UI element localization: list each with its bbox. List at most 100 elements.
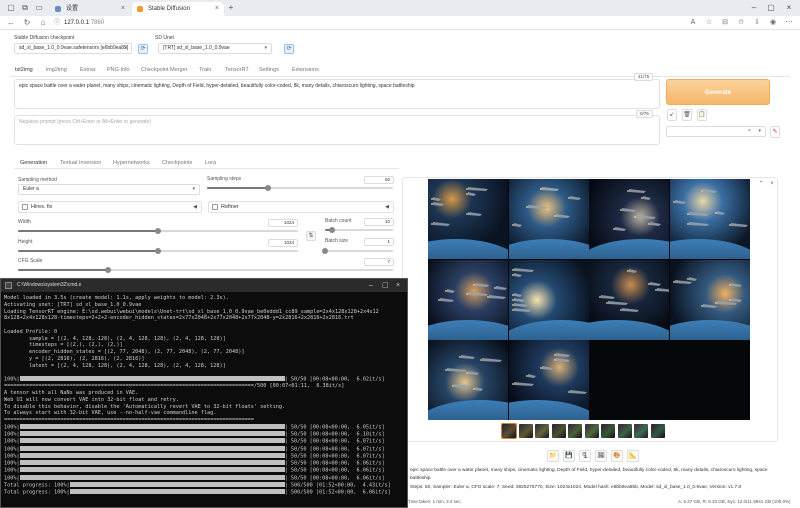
close-icon[interactable]: × [396,279,400,292]
favorite-star-icon[interactable]: ☆ [704,18,714,28]
folder-icon[interactable]: 📁 [547,450,559,462]
tab-tensorrt[interactable]: TensorRT [225,67,249,73]
save-icon[interactable]: 💾 [563,450,575,462]
batch-count-input[interactable]: 10 [364,218,394,226]
gallery-thumbnail[interactable] [584,424,599,438]
unet-select[interactable]: [TRT] sd_xl_base_1.0_0.9vae ▾ [158,43,272,54]
new-tab-button[interactable]: + [226,3,236,13]
gallery-thumbnail[interactable] [535,424,549,438]
edit-styles-icon[interactable]: ✎ [770,126,780,138]
close-preview-icon[interactable]: × [767,179,777,189]
slider-handle[interactable] [265,185,272,191]
slider-handle[interactable] [155,228,161,234]
profile-icon[interactable]: ◉ [768,18,778,28]
split-screen-icon[interactable]: ⊟ [720,18,730,28]
gallery-image[interactable] [589,179,669,259]
tab-textual-inversion[interactable]: Textual Inversion [60,160,101,166]
downloads-icon[interactable]: ⇩ [752,18,762,28]
gallery-thumbnail[interactable] [650,424,665,438]
gallery-thumbnail[interactable] [634,424,648,438]
gallery-thumbnail[interactable] [551,424,566,438]
zip-icon[interactable]: 🗜 [579,450,591,462]
info-icon[interactable]: ⓘ [52,18,62,28]
gallery-thumbnail[interactable] [501,423,517,439]
batch-size-slider[interactable] [322,248,393,254]
send-to-img2img-icon[interactable]: 🖼 [595,450,607,462]
tab-settings[interactable]: Settings [259,67,279,73]
slider-handle[interactable] [105,267,111,273]
negative-prompt-textarea[interactable]: Negative prompt (press Ctrl+Enter or Alt… [14,115,660,145]
tab-actions-icon[interactable]: ▭ [34,3,44,13]
tab-checkpoint-merger[interactable]: Checkpoint Merger [141,67,187,73]
sampling-steps-slider[interactable] [207,185,393,191]
close-window-icon[interactable]: × [783,2,795,14]
browser-menu-icon[interactable]: ▢ [6,3,16,13]
minimize-icon[interactable]: – [369,279,373,292]
cfg-input[interactable]: 7 [364,258,394,266]
gallery-image[interactable] [589,259,669,340]
back-icon[interactable]: ← [6,18,16,28]
console-titlebar[interactable]: C:\Windows\system32\cmd.e – ▢ × [1,279,407,292]
hires-fix-accordion[interactable]: Hires. fix ◀ [18,201,202,213]
download-icon[interactable]: ⌃ [756,179,766,189]
generate-button[interactable]: Generate [666,79,770,105]
more-menu-icon[interactable]: ⋯ [784,18,794,28]
read-aloud-icon[interactable]: A [688,18,698,28]
tab-settings[interactable]: 设置 × [50,2,130,16]
prompt-textarea[interactable]: epic space battle over a water planet, m… [14,79,660,109]
batch-count-slider[interactable] [325,227,393,233]
slider-handle[interactable] [328,227,335,233]
tab-extensions[interactable]: Extensions [292,67,319,73]
send-to-inpaint-icon[interactable]: 🎨 [611,450,623,462]
tab-png-info[interactable]: PNG Info [107,67,130,73]
tab-img2img[interactable]: img2img [46,67,67,73]
read-params-icon[interactable]: ↙ [667,109,677,121]
tab-txt2img[interactable]: txt2img [15,67,33,73]
tab-checkpoints[interactable]: Checkpoints [162,160,192,166]
gallery-image[interactable] [508,179,589,259]
slider-handle[interactable] [322,248,328,254]
hires-fix-checkbox[interactable] [22,204,28,210]
styles-select[interactable]: × ▾ [666,126,766,137]
maximize-icon[interactable]: ▢ [765,2,777,14]
clipboard-icon[interactable]: 📋 [697,109,707,121]
url-field[interactable]: 127.0.0.1:7860 [64,18,104,28]
send-to-extras-icon[interactable]: 📐 [627,450,639,462]
sampling-steps-input[interactable]: 50 [364,176,394,184]
gallery-image[interactable] [508,340,589,420]
tab-hypernetworks[interactable]: Hypernetworks [113,160,150,166]
slider-handle[interactable] [155,248,161,254]
image-grid[interactable] [428,179,750,420]
gallery-thumbnail[interactable] [601,424,615,438]
gallery-thumbnail[interactable] [518,424,533,438]
tab-stable-diffusion[interactable]: Stable Diffusion × [132,2,224,16]
swap-dimensions-button[interactable]: ⇅ [306,231,316,241]
tab-generation[interactable]: Generation [20,160,47,166]
refresh-unet-button[interactable]: ⟳ [284,44,294,54]
gallery-image[interactable] [669,179,750,259]
gallery-image[interactable] [428,340,508,420]
gallery-thumbnail[interactable] [617,424,632,438]
maximize-icon[interactable]: ▢ [382,279,389,292]
collections-icon[interactable]: ⧉ [20,3,30,13]
gallery-image[interactable] [428,259,508,340]
tab-lora[interactable]: Lora [205,160,216,166]
tab-train[interactable]: Train [199,67,211,73]
checkpoint-select[interactable]: sd_xl_base_1.0_0.9vae.safetensors [e6bb9… [14,43,132,54]
tab-extras[interactable]: Extras [80,67,96,73]
height-input[interactable]: 1024 [268,239,298,247]
minimize-icon[interactable]: – [748,2,760,14]
clear-icon[interactable]: × [748,127,751,136]
gallery-thumbnail[interactable] [568,424,582,438]
favorites-icon[interactable]: ✩ [736,18,746,28]
home-icon[interactable]: ⌂ [38,18,48,28]
refiner-accordion[interactable]: Refiner ◀ [208,201,394,213]
width-input[interactable]: 1024 [268,219,298,227]
refiner-checkbox[interactable] [212,204,218,210]
console-window[interactable]: C:\Windows\system32\cmd.e – ▢ × Model lo… [0,278,408,508]
batch-size-input[interactable]: 1 [364,238,394,246]
trash-icon[interactable]: 🗑 [682,109,692,121]
close-icon[interactable]: × [215,2,219,16]
close-icon[interactable]: × [121,2,125,16]
gallery-image[interactable] [508,259,589,340]
